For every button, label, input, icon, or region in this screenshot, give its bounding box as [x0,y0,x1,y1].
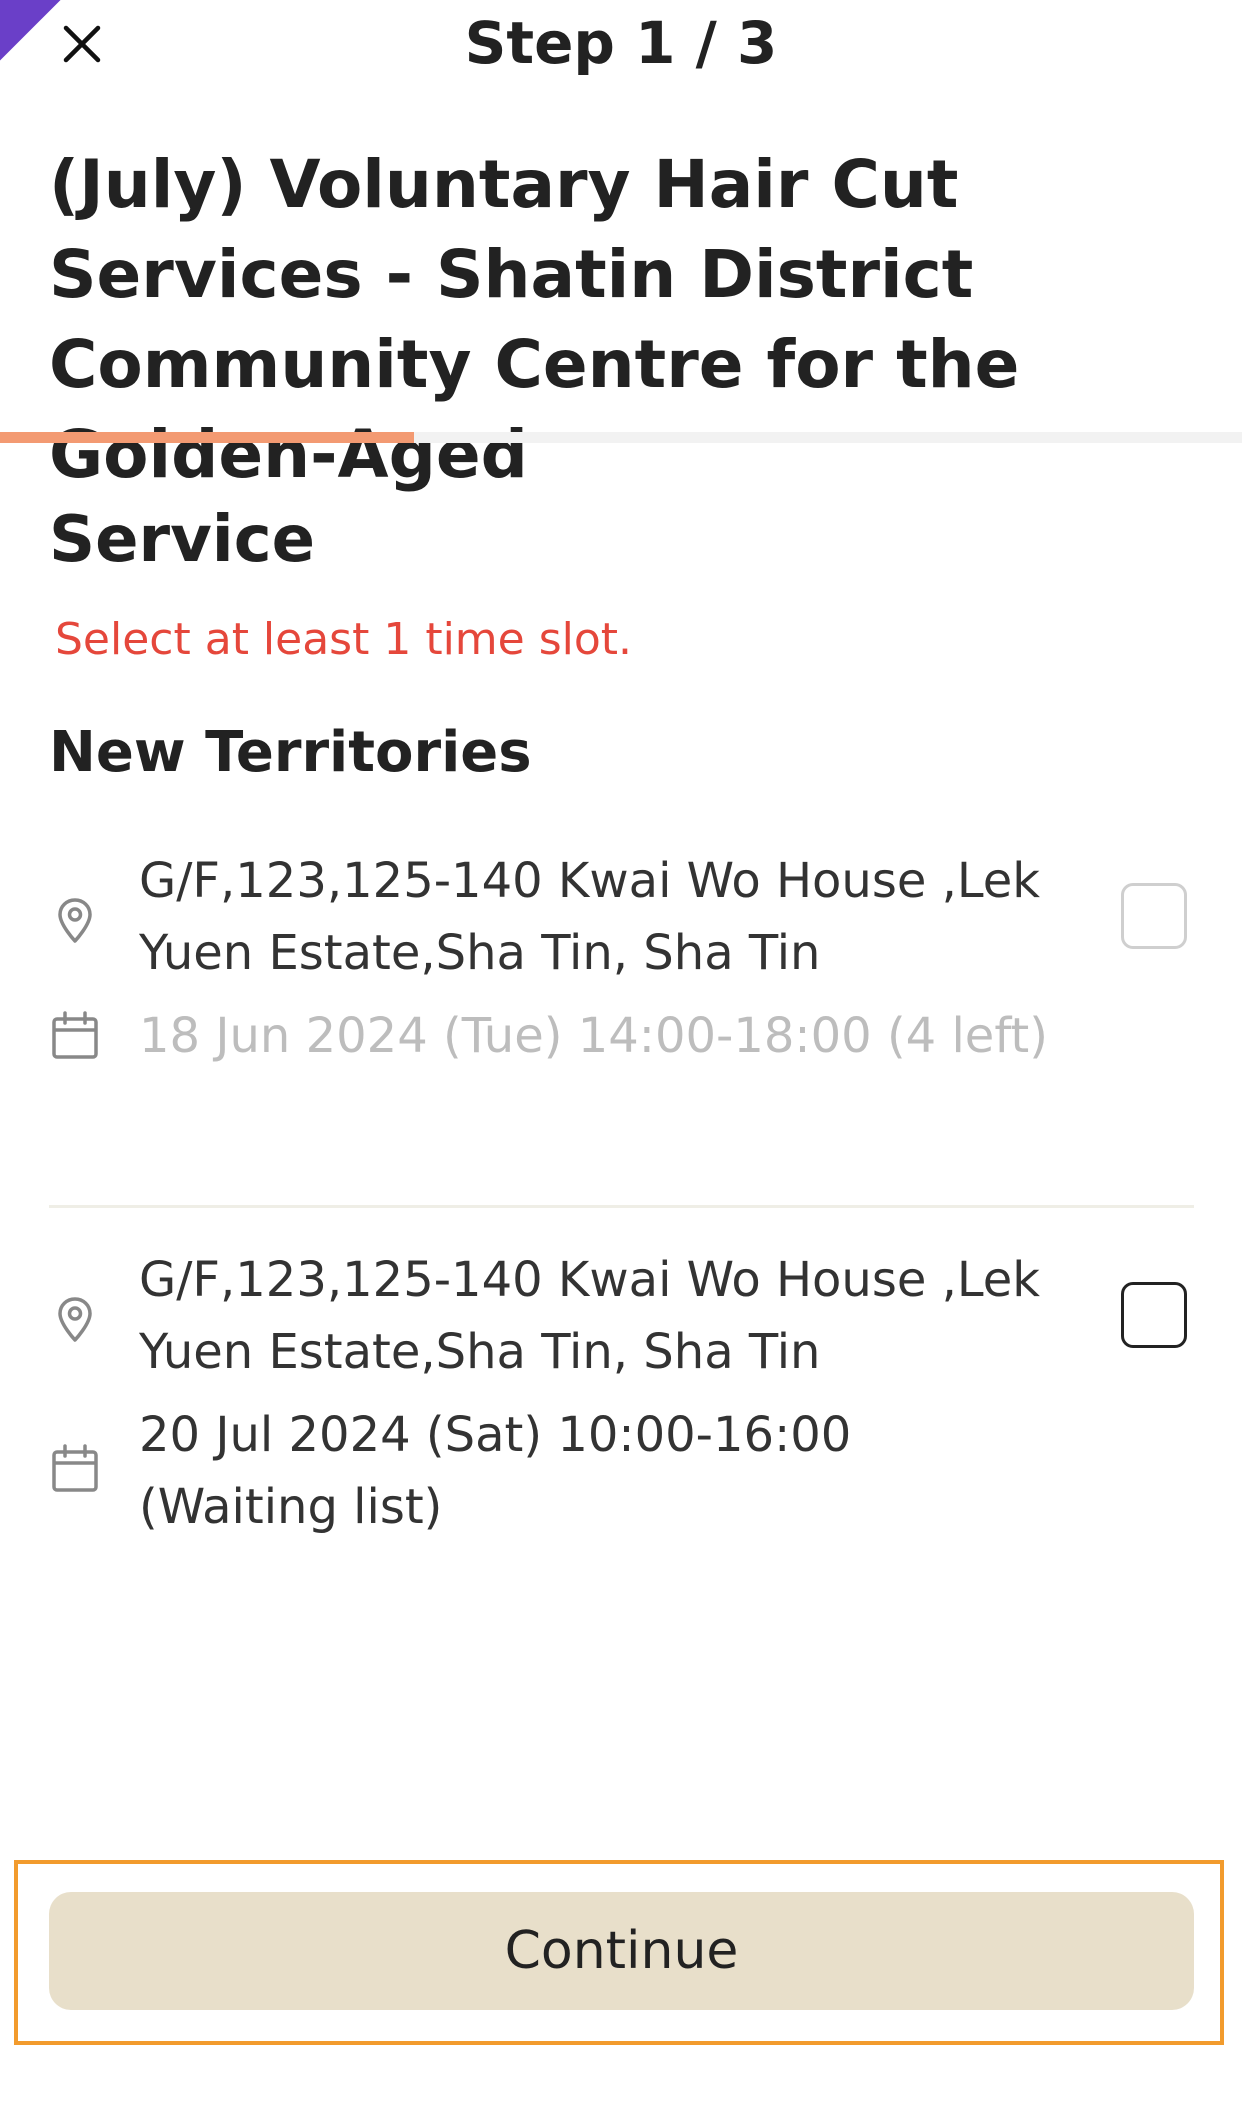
continue-button[interactable]: Continue [49,1892,1194,2010]
slot-checkbox[interactable] [1121,883,1187,949]
location-pin-icon [49,1294,101,1346]
progress-fill [0,432,414,443]
slot-address: G/F,123,125-140 Kwai Wo House ,Lek Yuen … [139,853,1041,981]
calendar-icon [49,1010,101,1062]
slot-address: G/F,123,125-140 Kwai Wo House ,Lek Yuen … [139,1252,1041,1380]
event-title: (July) Voluntary Hair Cut Services - Sha… [49,146,1020,493]
slot-datetime: 18 Jun 2024 (Tue) 14:00-18:00 (4 left) [139,1008,1048,1064]
section-title: Service [49,503,316,577]
region-title: New Territories [49,720,532,785]
location-pin-icon [49,895,101,947]
slot-checkbox[interactable] [1121,1282,1187,1348]
calendar-icon [49,1443,101,1495]
progress-bar [0,432,1242,443]
validation-error: Select at least 1 time slot. [55,614,633,665]
slot-divider [49,1205,1194,1208]
slot-datetime: 20 Jul 2024 (Sat) 10:00-16:00 (Waiting l… [139,1407,852,1535]
step-indicator: Step 1 / 3 [464,9,778,77]
